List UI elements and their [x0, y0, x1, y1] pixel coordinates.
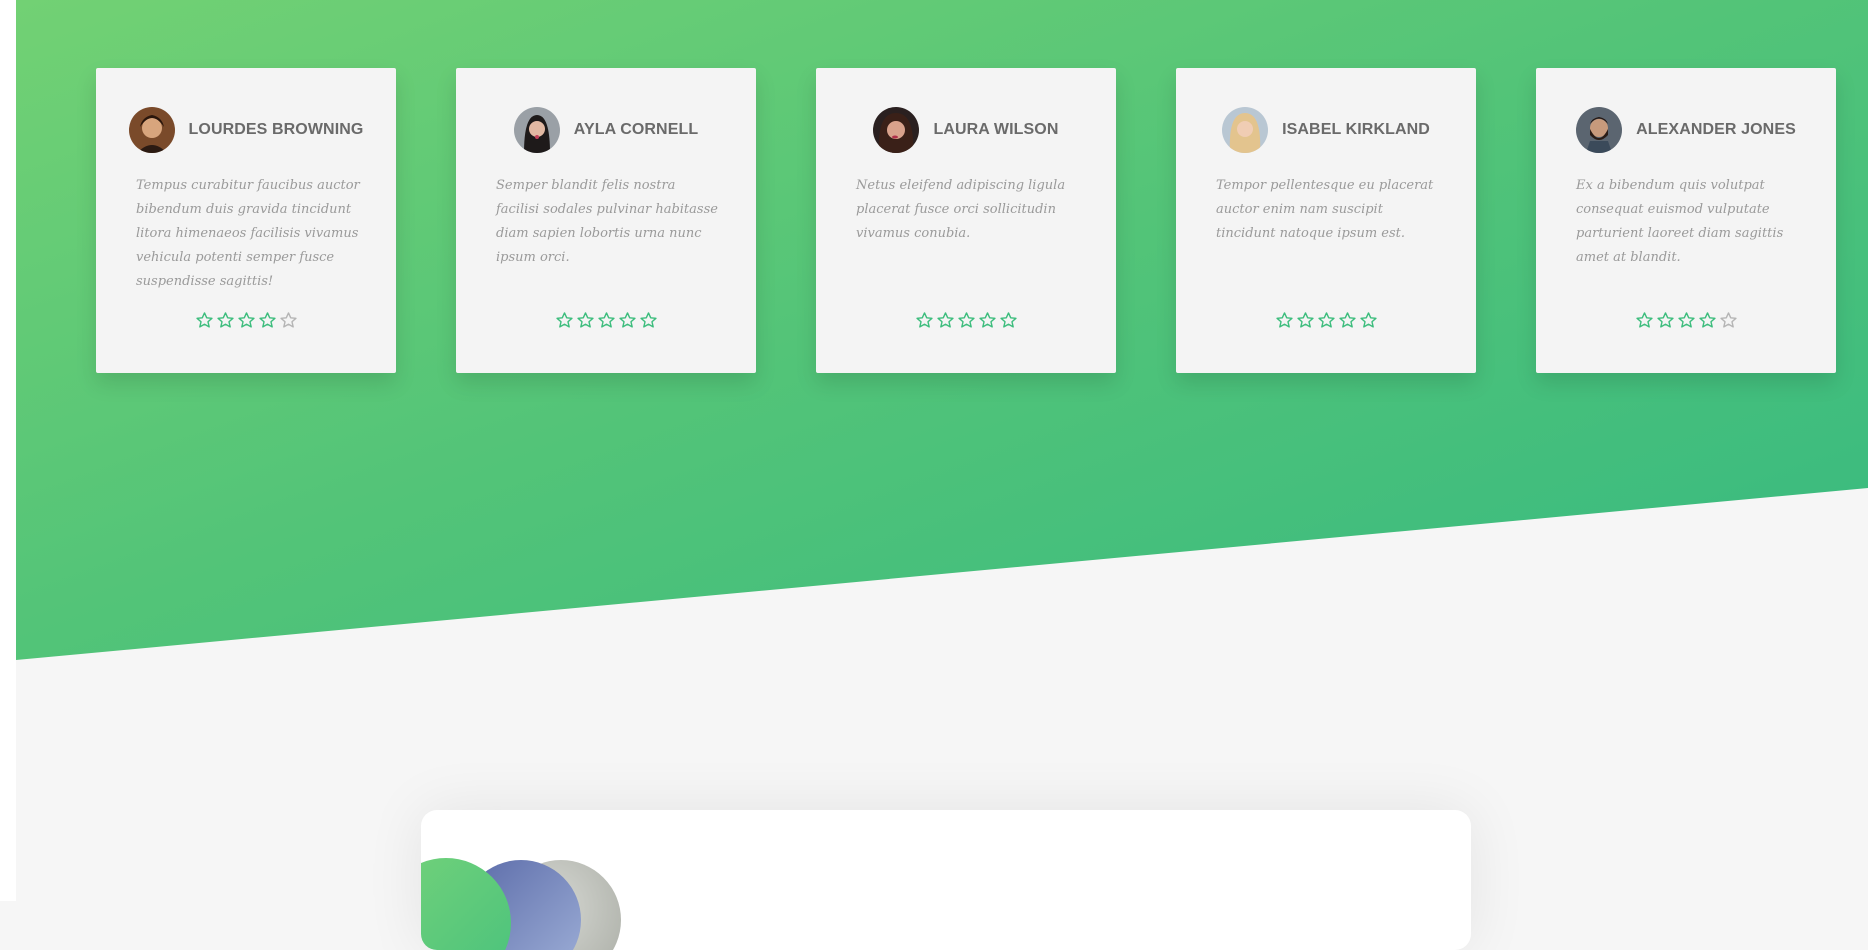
star-filled-icon: [1698, 312, 1716, 328]
avatar: [128, 107, 175, 153]
avatar: [1222, 107, 1269, 153]
star-filled-icon: [618, 312, 636, 328]
testimonial-card: ISABEL KIRKLAND Tempor pellentesque eu p…: [1176, 68, 1476, 373]
star-filled-icon: [1359, 312, 1377, 328]
star-filled-icon: [999, 312, 1017, 328]
testimonial-card: LOURDES BROWNING Tempus curabitur faucib…: [96, 68, 396, 373]
star-filled-icon: [978, 312, 996, 328]
star-rating: [816, 311, 1116, 330]
reviewer-name: AYLA CORNELL: [573, 121, 699, 138]
star-rating: [1536, 311, 1836, 330]
star-filled-icon: [555, 312, 573, 328]
testimonial-card: AYLA CORNELL Semper blandit felis nostra…: [456, 68, 756, 373]
avatar: [873, 107, 920, 153]
avatar: [513, 107, 560, 153]
reviewer-name: ALEXANDER JONES: [1636, 121, 1796, 138]
star-filled-icon: [258, 312, 276, 328]
star-empty-icon: [1719, 312, 1737, 328]
reviewer-name: LOURDES BROWNING: [188, 121, 364, 138]
card-header: LOURDES BROWNING: [96, 107, 396, 153]
reviewer-name: ISABEL KIRKLAND: [1282, 121, 1430, 138]
review-text: Netus eleifend adipiscing ligula placera…: [856, 178, 1066, 241]
star-rating: [1176, 311, 1476, 330]
reviewer-name: LAURA WILSON: [933, 121, 1059, 138]
card-header: AYLA CORNELL: [456, 107, 756, 153]
star-filled-icon: [1656, 312, 1674, 328]
avatar: [1576, 107, 1623, 153]
star-filled-icon: [237, 312, 255, 328]
star-filled-icon: [915, 312, 933, 328]
star-rating: [456, 311, 756, 330]
testimonial-card: LAURA WILSON Netus eleifend adipiscing l…: [816, 68, 1116, 373]
star-filled-icon: [576, 312, 594, 328]
card-header: ISABEL KIRKLAND: [1176, 107, 1476, 153]
testimonial-card: ALEXANDER JONES Ex a bibendum quis volut…: [1536, 68, 1836, 373]
star-filled-icon: [1296, 312, 1314, 328]
review-text: Tempor pellentesque eu placerat auctor e…: [1216, 178, 1434, 241]
star-filled-icon: [936, 312, 954, 328]
star-filled-icon: [1635, 312, 1653, 328]
star-filled-icon: [216, 312, 234, 328]
star-filled-icon: [1275, 312, 1293, 328]
review-text: Tempus curabitur faucibus auctor bibendu…: [136, 178, 360, 289]
star-filled-icon: [1677, 312, 1695, 328]
star-filled-icon: [1317, 312, 1335, 328]
star-rating: [96, 311, 396, 330]
bottom-feature-panel: [421, 810, 1471, 950]
review-text: Ex a bibendum quis volutpat consequat eu…: [1576, 178, 1784, 265]
card-header: ALEXANDER JONES: [1536, 107, 1836, 153]
star-filled-icon: [597, 312, 615, 328]
star-filled-icon: [957, 312, 975, 328]
review-text: Semper blandit felis nostra facilisi sod…: [496, 178, 718, 265]
star-filled-icon: [639, 312, 657, 328]
star-empty-icon: [279, 312, 297, 328]
star-filled-icon: [195, 312, 213, 328]
star-filled-icon: [1338, 312, 1356, 328]
page-left-margin: [0, 0, 16, 901]
card-header: LAURA WILSON: [816, 107, 1116, 153]
